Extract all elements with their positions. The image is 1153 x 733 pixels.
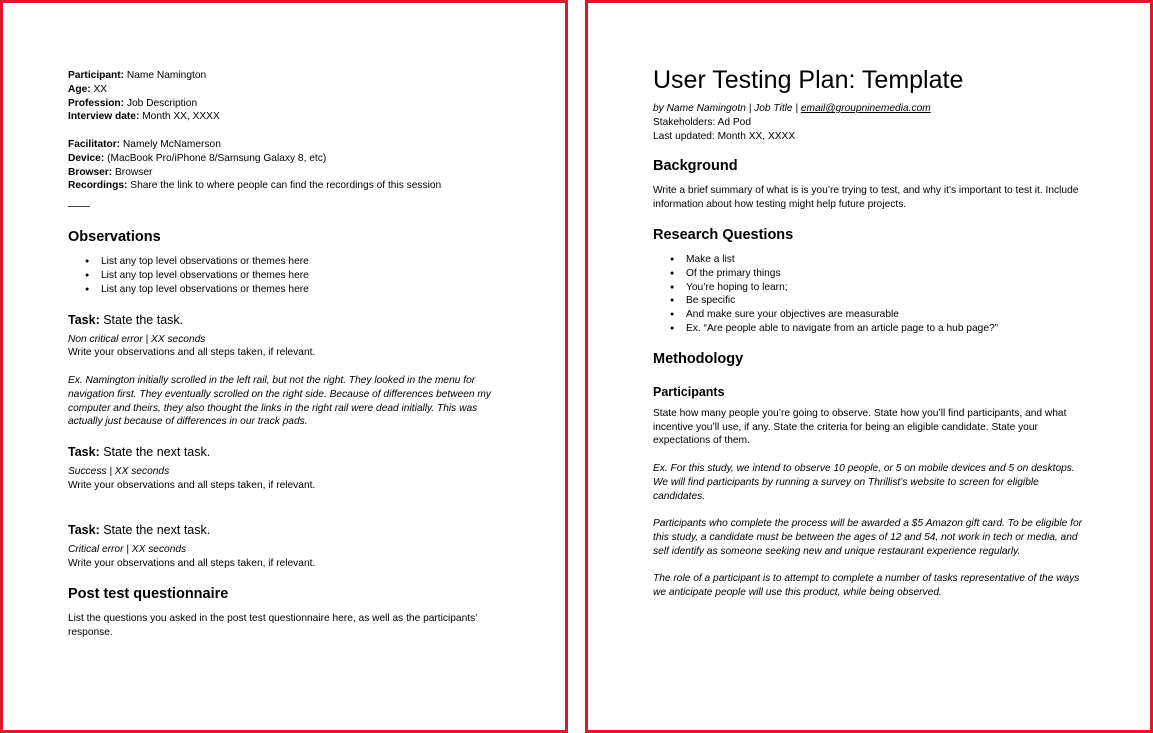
task-section-3: Task: State the next task. Critical erro… (68, 523, 525, 571)
stakeholders: Stakeholders: Ad Pod (653, 116, 751, 128)
list-item: Ex. “Are people able to navigate from an… (670, 322, 1110, 336)
research-questions-heading: Research Questions (653, 226, 794, 243)
background-text: information about how testing might help… (653, 199, 907, 211)
page-right-content: User Testing Plan: Template by Name Nami… (653, 65, 1110, 600)
participants-paragraph-4: The role of a participant is to attempt … (653, 573, 1080, 599)
meta-facilitator: Facilitator: Namely McNamerson (68, 138, 221, 150)
task-example-line: Ex. Namington initially scrolled in the … (68, 374, 476, 386)
list-item: List any top level observations or theme… (85, 283, 525, 297)
task-section-2: Task: State the next task. Success | XX … (68, 445, 525, 493)
task-body: Write your observations and all steps ta… (68, 347, 316, 359)
meta-device: Device: (MacBook Pro/iPhone 8/Samsung Ga… (68, 152, 327, 164)
list-item: Be specific (670, 294, 1110, 308)
list-item: Make a list (670, 253, 1110, 267)
list-item: And make sure your objectives are measur… (670, 308, 1110, 322)
list-item: List any top level observations or theme… (85, 269, 525, 283)
meta-profession: Profession: Job Description (68, 97, 198, 109)
task-example-line: navigation first. They eventually scroll… (68, 388, 492, 400)
research-questions-list: Make a list Of the primary things You’re… (653, 253, 1110, 336)
post-test-text: response. (68, 627, 113, 639)
list-item: List any top level observations or theme… (85, 255, 525, 269)
task-body: Write your observations and all steps ta… (68, 479, 316, 491)
email-link[interactable]: email@groupninemedia.com (801, 103, 931, 114)
participants-heading: Participants (653, 384, 725, 399)
meta-recordings: Recordings: Share the link to where peop… (68, 180, 442, 192)
observations-heading: Observations (68, 229, 161, 246)
participants-paragraph-1: State how many people you’re going to ob… (653, 407, 1067, 447)
task-status: Success | XX seconds (68, 466, 170, 478)
background-text: Write a brief summary of what is is you’… (653, 185, 1079, 197)
document-page-right: User Testing Plan: Template by Name Nami… (585, 0, 1153, 733)
participants-paragraph-2: Ex. For this study, we intend to observe… (653, 462, 1075, 502)
task-body: Write your observations and all steps ta… (68, 557, 316, 569)
observations-list: List any top level observations or theme… (68, 255, 525, 296)
post-test-text: List the questions you asked in the post… (68, 613, 478, 625)
task-status: Critical error | XX seconds (68, 543, 187, 555)
task-status: Non critical error | XX seconds (68, 333, 206, 345)
divider-line (68, 206, 90, 208)
task-example-line: computer and theirs, they also thought t… (68, 402, 478, 414)
task-title: Task: State the task. (68, 312, 184, 327)
task-title: Task: State the next task. (68, 445, 211, 460)
list-item: You’re hoping to learn; (670, 281, 1110, 295)
task-title: Task: State the next task. (68, 522, 211, 537)
background-heading: Background (653, 158, 738, 175)
participants-paragraph-3: Participants who complete the process wi… (653, 518, 1083, 557)
task-section-1: Task: State the task. Non critical error… (68, 313, 525, 430)
post-test-heading: Post test questionnaire (68, 586, 229, 603)
meta-participant: Participant: Name Namington (68, 70, 207, 81)
page-title: User Testing Plan: Template (653, 66, 964, 94)
document-page-left: Participant: Name Namington Age: XX Prof… (0, 0, 568, 733)
meta-browser: Browser: Browser (68, 166, 153, 178)
meta-interview-date: Interview date: Month XX, XXXX (68, 111, 220, 123)
methodology-heading: Methodology (653, 350, 744, 367)
list-item: Of the primary things (670, 267, 1110, 281)
task-example-line: actually just because of differences in … (68, 416, 308, 428)
byline: by Name Namingotn | Job Title | email@gr… (653, 103, 931, 114)
meta-age: Age: XX (68, 83, 108, 95)
last-updated: Last updated: Month XX, XXXX (653, 130, 796, 142)
page-left-content: Participant: Name Namington Age: XX Prof… (68, 69, 525, 640)
